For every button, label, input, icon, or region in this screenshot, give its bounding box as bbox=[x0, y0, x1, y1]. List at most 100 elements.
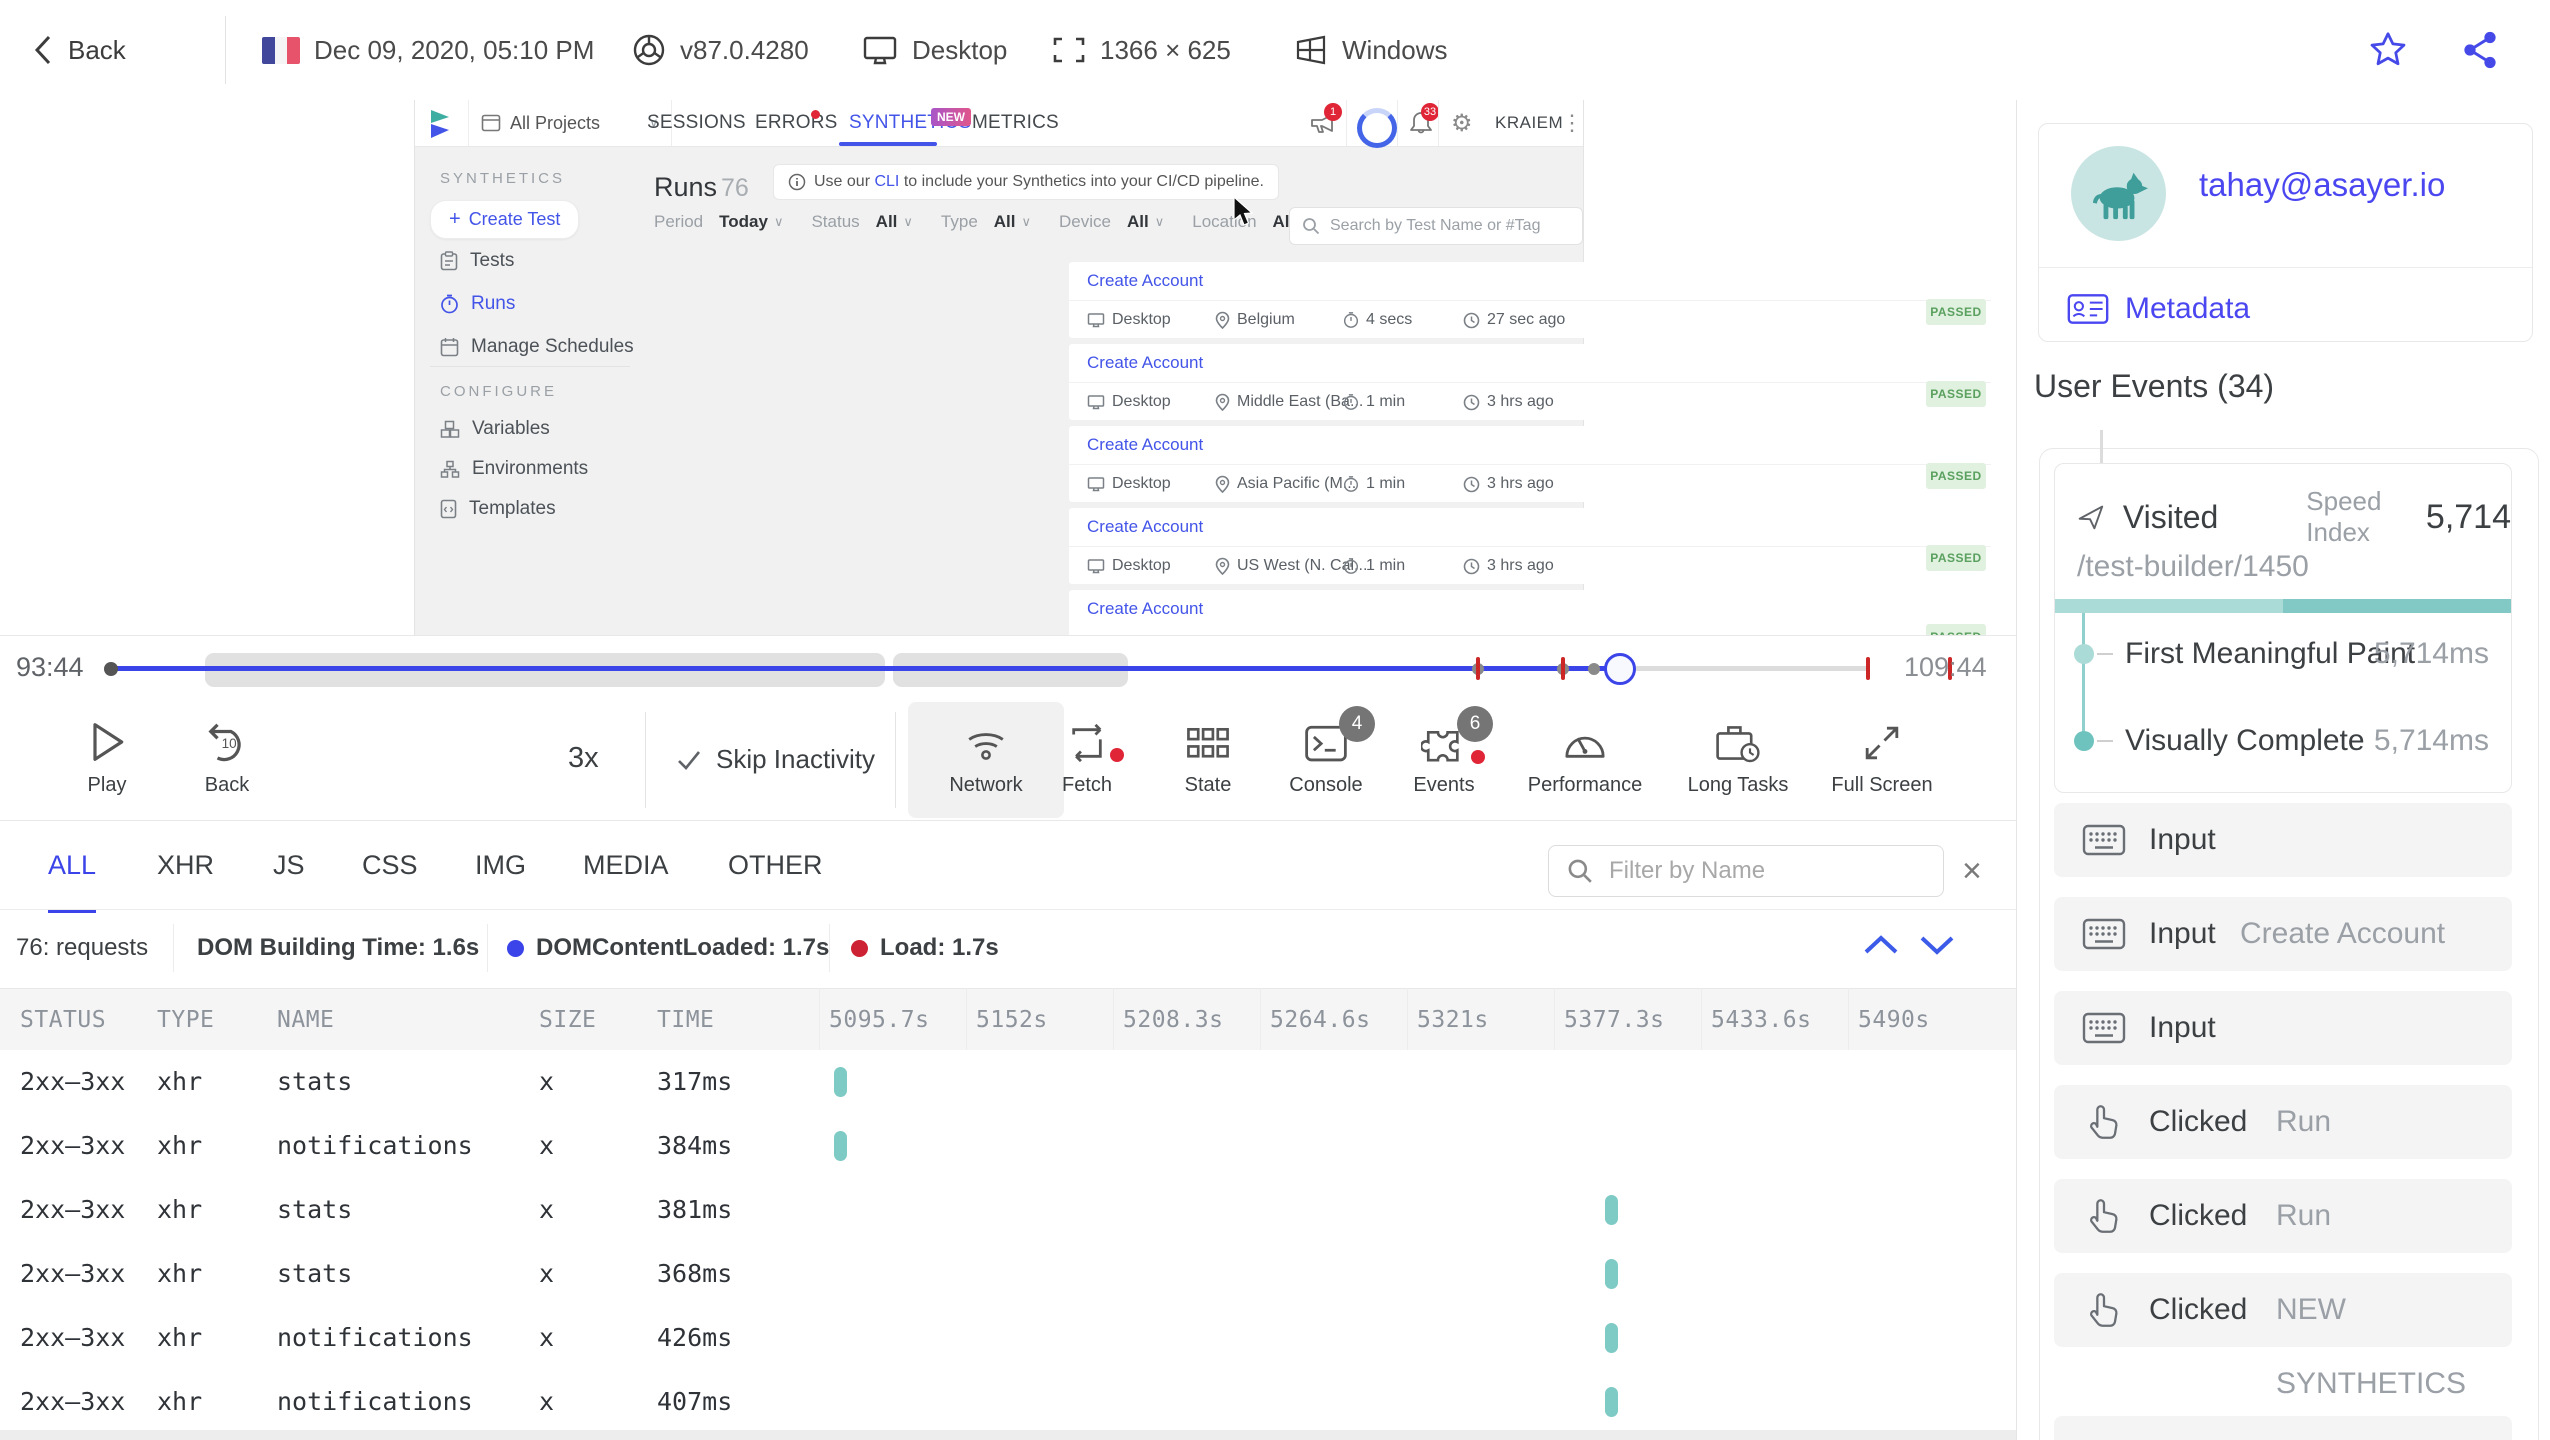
back-button[interactable]: Back bbox=[32, 0, 126, 100]
tool-console[interactable]: Console 4 bbox=[1261, 706, 1391, 812]
user-event-item-partial[interactable] bbox=[2054, 1416, 2512, 1440]
metric-dot-icon bbox=[2074, 731, 2094, 751]
request-timing-bar bbox=[1605, 1387, 1619, 1417]
back-label: Back bbox=[68, 34, 126, 65]
skip-inactivity-checkbox[interactable]: Skip Inactivity bbox=[676, 744, 875, 775]
user-event-input[interactable]: Input Create Account bbox=[2054, 897, 2512, 971]
error-marker[interactable] bbox=[1476, 657, 1480, 680]
filter-type-value[interactable]: All bbox=[994, 212, 1016, 232]
network-row[interactable]: 2xx–3xx xhr stats x 368ms bbox=[0, 1242, 2016, 1306]
run-name-link[interactable]: Create Account bbox=[1069, 344, 1991, 373]
divider bbox=[895, 712, 896, 808]
run-name-link[interactable]: Create Account bbox=[1069, 262, 1991, 291]
app-tab-errors[interactable]: ERRORS bbox=[755, 100, 838, 146]
share-icon bbox=[2464, 31, 2496, 69]
notifications-button[interactable]: 33 bbox=[1409, 103, 1439, 136]
speed-toggle[interactable]: 3x bbox=[568, 742, 599, 775]
app-nav: All Projects ∨ SESSIONS ERRORS SYNTHETIC… bbox=[415, 100, 1583, 148]
app-sidebar-section-configure: CONFIGURE bbox=[440, 383, 557, 400]
filter-input[interactable] bbox=[1607, 856, 1911, 886]
user-email-link[interactable]: tahay@asayer.io bbox=[2199, 166, 2445, 204]
user-event-clicked[interactable]: Clicked Run bbox=[2054, 1179, 2512, 1253]
app-sidebar-item-variables[interactable]: Variables bbox=[440, 418, 550, 440]
tool-full-screen[interactable]: Full Screen bbox=[1817, 712, 1947, 812]
metadata-label: Metadata bbox=[2125, 292, 2251, 325]
run-name-link[interactable]: Create Account bbox=[1069, 590, 1991, 619]
filter-period-value[interactable]: Today bbox=[719, 212, 768, 232]
playhead-handle[interactable] bbox=[1604, 653, 1636, 685]
user-event-clicked[interactable]: Clicked NEW SYNTHETICS bbox=[2054, 1273, 2512, 1400]
app-tab-sessions[interactable]: SESSIONS bbox=[647, 100, 746, 146]
favorite-button[interactable] bbox=[2368, 30, 2408, 70]
filter-device-value[interactable]: All bbox=[1127, 212, 1149, 232]
divider bbox=[1397, 100, 1398, 146]
network-row[interactable]: 2xx–3xx xhr notifications x 426ms bbox=[0, 1306, 2016, 1370]
metadata-button[interactable]: Metadata bbox=[2067, 292, 2250, 326]
event-marker-dot[interactable] bbox=[1588, 663, 1600, 675]
timeline-progress[interactable] bbox=[110, 666, 1620, 671]
net-tab-xhr[interactable]: XHR bbox=[157, 821, 214, 909]
monitor-icon bbox=[1087, 395, 1105, 410]
errors-notification-dot bbox=[811, 110, 820, 119]
filter-status-value[interactable]: All bbox=[876, 212, 898, 232]
horizontal-scrollbar[interactable] bbox=[0, 1430, 2016, 1440]
run-status-badge: PASSED bbox=[1926, 299, 1986, 325]
run-ago: 3 hrs ago bbox=[1487, 475, 1554, 492]
app-sidebar-item-manage-schedules[interactable]: Manage Schedules bbox=[440, 336, 634, 358]
user-event-input[interactable]: Input bbox=[2054, 803, 2512, 877]
share-button[interactable] bbox=[2460, 30, 2500, 70]
cli-link[interactable]: CLI bbox=[874, 173, 899, 190]
user-menu[interactable]: KRAIEM bbox=[1495, 100, 1563, 146]
net-tab-other[interactable]: OTHER bbox=[728, 821, 823, 909]
test-search-input[interactable]: Search by Test Name or #Tag bbox=[1289, 207, 1583, 245]
rewind-10-icon: 10 bbox=[208, 723, 241, 762]
app-sidebar-item-runs[interactable]: Runs bbox=[440, 293, 515, 315]
run-card[interactable]: Create Account Desktop Middle East (Ba..… bbox=[1069, 344, 1991, 420]
jump-prev-icon[interactable] bbox=[1860, 932, 1902, 958]
net-tab-media[interactable]: MEDIA bbox=[583, 821, 669, 909]
app-tab-metrics[interactable]: METRICS bbox=[972, 100, 1059, 146]
project-selector[interactable]: All Projects ∨ bbox=[468, 100, 672, 146]
network-row[interactable]: 2xx–3xx xhr stats x 317ms bbox=[0, 1050, 2016, 1114]
settings-gear-icon[interactable]: ⚙ bbox=[1451, 109, 1473, 138]
net-tab-all[interactable]: ALL bbox=[48, 821, 97, 913]
net-tab-js[interactable]: JS bbox=[273, 821, 305, 909]
speed-index-value: 5,714 bbox=[2425, 497, 2511, 536]
run-card-partial[interactable]: Create Account PASSED bbox=[1069, 590, 1991, 635]
run-card[interactable]: Create Account Desktop Belgium 4 secs 27… bbox=[1069, 262, 1991, 338]
run-name-link[interactable]: Create Account bbox=[1069, 426, 1991, 455]
net-tab-img[interactable]: IMG bbox=[475, 821, 526, 909]
run-name-link[interactable]: Create Account bbox=[1069, 508, 1991, 537]
error-marker[interactable] bbox=[1561, 657, 1565, 680]
run-card[interactable]: Create Account Desktop Asia Pacific (M..… bbox=[1069, 426, 1991, 502]
app-sidebar-item-tests[interactable]: Tests bbox=[440, 250, 514, 272]
user-event-input[interactable]: Input bbox=[2054, 991, 2512, 1065]
tool-events[interactable]: Events 6 bbox=[1379, 706, 1509, 812]
player-timeline[interactable]: 93:44 109:44 bbox=[0, 635, 2016, 701]
timeline-remaining[interactable] bbox=[1620, 666, 1868, 671]
app-sidebar-item-templates[interactable]: Templates bbox=[440, 498, 556, 520]
run-card[interactable]: Create Account Desktop US West (N. Cal..… bbox=[1069, 508, 1991, 584]
jump-next-icon[interactable] bbox=[1916, 932, 1958, 958]
play-button[interactable]: Play bbox=[42, 712, 172, 812]
divider bbox=[2039, 267, 2532, 268]
tool-long-tasks[interactable]: Long Tasks bbox=[1673, 712, 1803, 812]
tool-state[interactable]: State bbox=[1143, 712, 1273, 812]
col-t6: 5433.6s bbox=[1711, 1007, 1812, 1033]
tool-performance[interactable]: Performance bbox=[1520, 712, 1650, 812]
visited-event-card[interactable]: Visited Speed Index 5,714 /test-builder/… bbox=[2054, 463, 2512, 793]
new-badge: NEW bbox=[931, 108, 971, 126]
close-panel-icon[interactable]: × bbox=[1962, 851, 1982, 891]
kebab-menu-icon[interactable]: ⋮ bbox=[1561, 100, 1583, 146]
back-10-button[interactable]: 10 Back bbox=[162, 712, 292, 812]
tool-fetch[interactable]: Fetch bbox=[1022, 712, 1152, 812]
network-row[interactable]: 2xx–3xx xhr notifications x 384ms bbox=[0, 1114, 2016, 1178]
announcements-button[interactable]: 1 bbox=[1310, 103, 1342, 135]
app-sidebar-item-environments[interactable]: Environments bbox=[440, 458, 588, 480]
network-row[interactable]: 2xx–3xx xhr notifications x 407ms bbox=[0, 1370, 2016, 1434]
create-test-button[interactable]: + Create Test bbox=[430, 200, 580, 239]
user-event-clicked[interactable]: Clicked Run bbox=[2054, 1085, 2512, 1159]
error-marker[interactable] bbox=[1866, 657, 1870, 680]
net-tab-css[interactable]: CSS bbox=[362, 821, 418, 909]
network-row[interactable]: 2xx–3xx xhr stats x 381ms bbox=[0, 1178, 2016, 1242]
